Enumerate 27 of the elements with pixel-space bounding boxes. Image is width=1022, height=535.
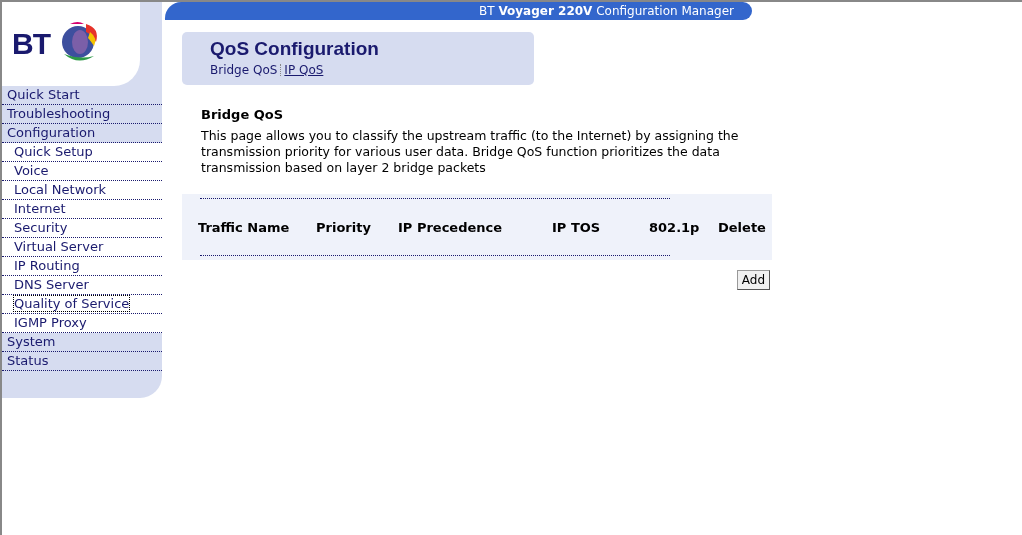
sidebar-item[interactable]: Internet [2,200,162,219]
column-header: IP TOS [552,219,602,235]
tab[interactable]: IP QoS [284,63,324,77]
add-button[interactable]: Add [736,270,770,290]
sidebar-item[interactable]: Voice [2,162,162,181]
column-header: Traffic Name [198,219,291,235]
sidebar-item[interactable]: Configuration [2,124,162,143]
sidebar-item[interactable]: Quick Setup [2,143,162,162]
sidebar-item[interactable]: IGMP Proxy [2,314,162,333]
column-header: 802.1p [649,219,701,235]
sidebar-item[interactable]: Quality of Service [2,295,162,314]
logo-text: BT [12,27,50,61]
sidebar-item[interactable]: Security [2,219,162,238]
sidebar-item[interactable]: Local Network [2,181,162,200]
column-header: Delete [718,219,767,235]
sidebar-item[interactable]: Virtual Server [2,238,162,257]
sidebar-item[interactable]: Quick Start [2,86,162,105]
description-text: This page allows you to classify the upstream traffic (to the Internet) by assigning the transmission priority for various user data. Bridge QoS function prioritizes the data transmission based on layer 2 bridge packets [201,128,740,176]
tab[interactable]: Bridge QoS [210,63,278,77]
header-title: BT Voyager 220V Configuration Manager [479,4,734,18]
sidebar-item[interactable]: IP Routing [2,257,162,276]
sidebar-item[interactable]: DNS Server [2,276,162,295]
column-header: Priority [316,219,372,235]
page-title: QoS Configuration [210,38,380,60]
column-header: IP Precedence [398,219,504,235]
sidebar-item[interactable]: Troubleshooting [2,105,162,124]
section-heading: Bridge QoS [201,107,285,122]
